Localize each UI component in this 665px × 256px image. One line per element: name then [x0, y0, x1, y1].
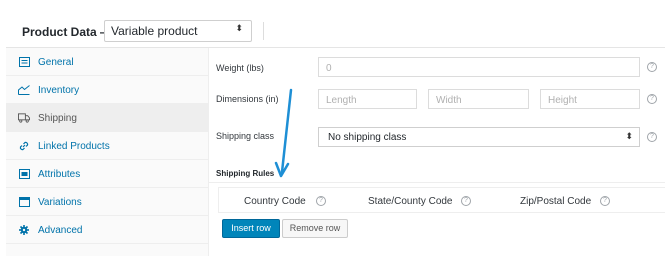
annotation-arrow-icon [274, 88, 293, 178]
